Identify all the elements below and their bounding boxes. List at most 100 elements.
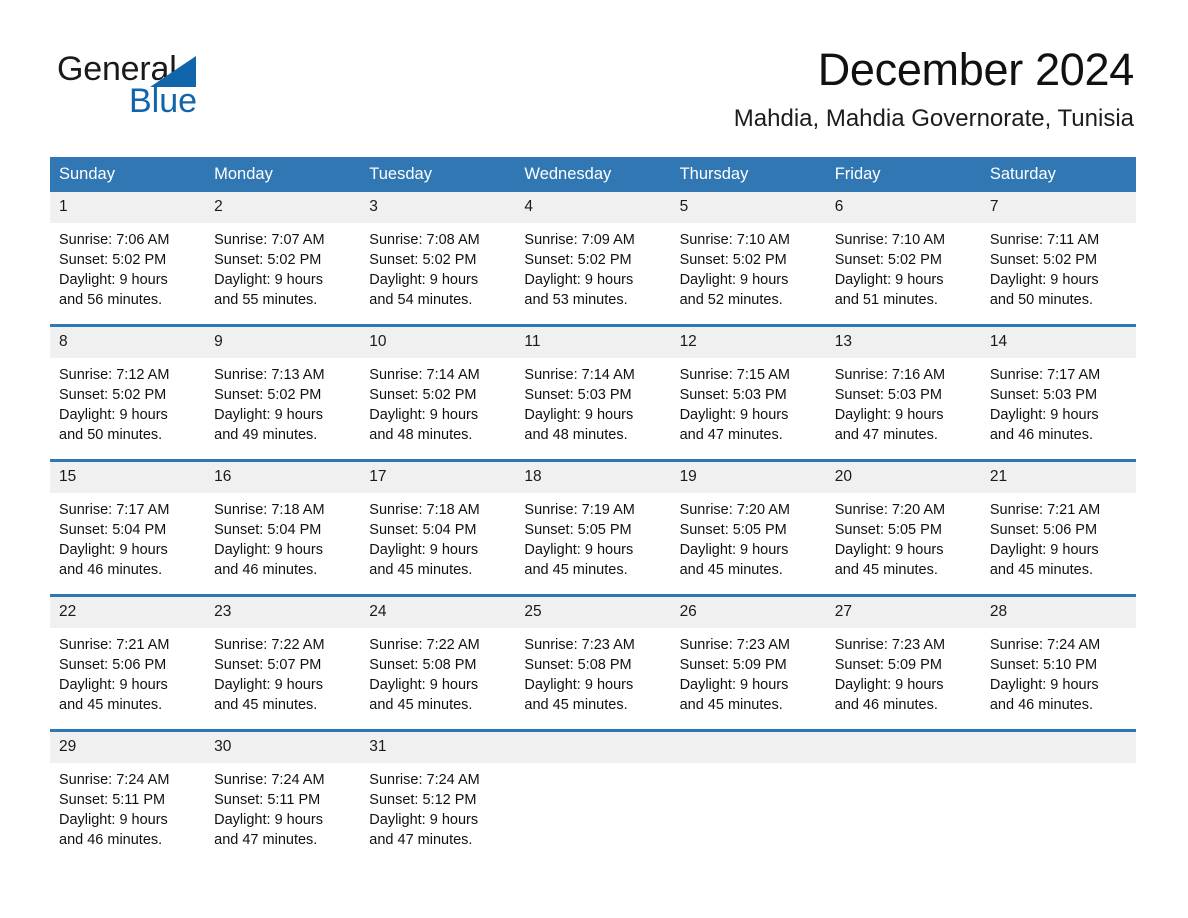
daylight-text-line2: and 45 minutes. bbox=[679, 697, 783, 714]
daylight-text-line2: and 47 minutes. bbox=[834, 427, 938, 444]
sunset-text: Sunset: 5:12 PM bbox=[369, 792, 477, 809]
calendar-day-cell[interactable]: 23 Sunrise: 7:22 AM Sunset: 5:07 PM Dayligh… bbox=[205, 594, 361, 731]
calendar-day-cell[interactable]: 10 Sunrise: 7:14 AM Sunset: 5:02 PM Dayligh… bbox=[360, 324, 516, 461]
calendar-day-cell[interactable]: 24 Sunrise: 7:22 AM Sunset: 5:08 PM Dayligh… bbox=[360, 594, 516, 731]
calendar-day-cell[interactable]: 28 Sunrise: 7:24 AM Sunset: 5:10 PM Dayligh… bbox=[980, 594, 1136, 731]
sunrise-text: Sunrise: 7:24 AM bbox=[59, 772, 170, 788]
daylight-text-line2: and 51 minutes. bbox=[834, 292, 938, 309]
daylight-text-line1: Daylight: 9 hours bbox=[524, 272, 634, 289]
sunset-text: Sunset: 5:09 PM bbox=[679, 657, 787, 674]
general-blue-logo: General Blue bbox=[57, 52, 397, 122]
daylight-text-line1: Daylight: 9 hours bbox=[679, 677, 789, 694]
sunrise-text: Sunrise: 7:20 AM bbox=[679, 502, 790, 518]
day-details: Sunrise: 7:21 AM Sunset: 5:06 PM Daylight:… bbox=[50, 628, 205, 715]
sunrise-text: Sunrise: 7:12 AM bbox=[59, 367, 170, 383]
calendar-header-row: Sunday Monday Tuesday Wednesday Thursday… bbox=[50, 157, 1136, 192]
day-number: 7 bbox=[980, 192, 1136, 223]
daylight-text-line1: Daylight: 9 hours bbox=[524, 677, 634, 694]
daylight-text-line2: and 54 minutes. bbox=[369, 292, 473, 309]
sunset-text: Sunset: 5:02 PM bbox=[59, 252, 167, 269]
day-details: Sunrise: 7:07 AM Sunset: 5:02 PM Daylight:… bbox=[205, 223, 360, 310]
daylight-text-line2: and 49 minutes. bbox=[214, 427, 318, 444]
day-details: Sunrise: 7:10 AM Sunset: 5:02 PM Daylight:… bbox=[671, 223, 826, 310]
sunrise-text: Sunrise: 7:19 AM bbox=[524, 502, 635, 518]
calendar-day-cell[interactable]: 2 Sunrise: 7:07 AM Sunset: 5:02 PM Daylight… bbox=[205, 192, 361, 326]
page-header: General Blue December 2024 Mahdia, Mahdi… bbox=[0, 0, 1188, 132]
day-number: 19 bbox=[670, 462, 826, 493]
day-details: Sunrise: 7:22 AM Sunset: 5:07 PM Daylight:… bbox=[205, 628, 360, 715]
calendar-day-cell[interactable]: 12 Sunrise: 7:15 AM Sunset: 5:03 PM Dayligh… bbox=[670, 324, 826, 461]
daylight-text-line1: Daylight: 9 hours bbox=[59, 677, 168, 694]
daylight-text-line2: and 48 minutes. bbox=[524, 427, 628, 444]
daylight-text-line1: Daylight: 9 hours bbox=[834, 272, 944, 289]
calendar-day-cell[interactable]: 7 Sunrise: 7:11 AM Sunset: 5:02 PM Daylight… bbox=[980, 192, 1136, 326]
sunrise-text: Sunrise: 7:13 AM bbox=[214, 367, 325, 383]
day-number: 25 bbox=[515, 597, 671, 628]
calendar-day-cell[interactable]: 31 Sunrise: 7:24 AM Sunset: 5:12 PM Dayligh… bbox=[360, 729, 516, 864]
calendar-day-cell[interactable]: 1 Sunrise: 7:06 AM Sunset: 5:02 PM Daylight… bbox=[50, 192, 206, 326]
daylight-text-line2: and 47 minutes. bbox=[369, 832, 473, 849]
sunrise-text: Sunrise: 7:21 AM bbox=[59, 637, 170, 653]
weekday-header-friday: Friday bbox=[825, 157, 981, 192]
calendar-week-row: 15 Sunrise: 7:17 AM Sunset: 5:04 PM Dayligh… bbox=[50, 459, 1136, 596]
day-details: Sunrise: 7:08 AM Sunset: 5:02 PM Daylight:… bbox=[360, 223, 515, 310]
sunset-text: Sunset: 5:03 PM bbox=[524, 387, 632, 404]
sunrise-sunset-calendar: Sunday Monday Tuesday Wednesday Thursday… bbox=[50, 157, 1136, 864]
day-number: 13 bbox=[825, 327, 981, 358]
day-details: Sunrise: 7:09 AM Sunset: 5:02 PM Daylight:… bbox=[515, 223, 670, 310]
calendar-day-cell[interactable]: 18 Sunrise: 7:19 AM Sunset: 5:05 PM Dayligh… bbox=[515, 459, 671, 596]
calendar-day-cell[interactable]: 6 Sunrise: 7:10 AM Sunset: 5:02 PM Daylight… bbox=[825, 192, 981, 326]
calendar-day-cell[interactable]: 15 Sunrise: 7:17 AM Sunset: 5:04 PM Dayligh… bbox=[50, 459, 206, 596]
daylight-text-line2: and 45 minutes. bbox=[524, 562, 628, 579]
calendar-day-cell[interactable]: 11 Sunrise: 7:14 AM Sunset: 5:03 PM Dayligh… bbox=[515, 324, 671, 461]
day-number: 14 bbox=[980, 327, 1136, 358]
sunset-text: Sunset: 5:02 PM bbox=[369, 252, 477, 269]
sunrise-text: Sunrise: 7:24 AM bbox=[369, 772, 480, 788]
calendar-day-cell[interactable]: 21 Sunrise: 7:21 AM Sunset: 5:06 PM Dayligh… bbox=[980, 459, 1136, 596]
day-number bbox=[980, 732, 1136, 763]
daylight-text-line1: Daylight: 9 hours bbox=[679, 407, 789, 424]
day-number: 18 bbox=[515, 462, 671, 493]
calendar-day-cell[interactable]: 17 Sunrise: 7:18 AM Sunset: 5:04 PM Dayligh… bbox=[360, 459, 516, 596]
sunrise-text: Sunrise: 7:21 AM bbox=[989, 502, 1101, 518]
day-number: 16 bbox=[205, 462, 361, 493]
daylight-text-line1: Daylight: 9 hours bbox=[369, 677, 479, 694]
calendar-day-cell[interactable]: 8 Sunrise: 7:12 AM Sunset: 5:02 PM Daylight… bbox=[50, 324, 206, 461]
calendar-day-cell[interactable]: 4 Sunrise: 7:09 AM Sunset: 5:02 PM Daylight… bbox=[515, 192, 671, 326]
sunrise-text: Sunrise: 7:06 AM bbox=[59, 232, 170, 248]
calendar-day-cell[interactable]: 22 Sunrise: 7:21 AM Sunset: 5:06 PM Dayligh… bbox=[50, 594, 206, 731]
day-number: 20 bbox=[825, 462, 981, 493]
calendar-day-cell[interactable]: 14 Sunrise: 7:17 AM Sunset: 5:03 PM Dayligh… bbox=[980, 324, 1136, 461]
daylight-text-line1: Daylight: 9 hours bbox=[989, 272, 1099, 289]
calendar-day-cell[interactable]: 16 Sunrise: 7:18 AM Sunset: 5:04 PM Dayligh… bbox=[205, 459, 361, 596]
calendar-day-cell[interactable]: 5 Sunrise: 7:10 AM Sunset: 5:02 PM Daylight… bbox=[670, 192, 826, 326]
calendar-day-cell[interactable]: 13 Sunrise: 7:16 AM Sunset: 5:03 PM Dayligh… bbox=[825, 324, 981, 461]
day-number: 29 bbox=[50, 732, 206, 763]
daylight-text-line1: Daylight: 9 hours bbox=[679, 542, 789, 559]
sunrise-text: Sunrise: 7:17 AM bbox=[59, 502, 170, 518]
calendar-day-cell[interactable]: 3 Sunrise: 7:08 AM Sunset: 5:02 PM Daylight… bbox=[360, 192, 516, 326]
daylight-text-line1: Daylight: 9 hours bbox=[214, 812, 323, 829]
calendar-day-cell[interactable]: 29 Sunrise: 7:24 AM Sunset: 5:11 PM Dayligh… bbox=[50, 729, 206, 864]
sunset-text: Sunset: 5:04 PM bbox=[59, 522, 167, 539]
sunset-text: Sunset: 5:08 PM bbox=[369, 657, 477, 674]
calendar-day-cell[interactable]: 20 Sunrise: 7:20 AM Sunset: 5:05 PM Dayligh… bbox=[825, 459, 981, 596]
calendar-day-cell[interactable]: 25 Sunrise: 7:23 AM Sunset: 5:08 PM Dayligh… bbox=[515, 594, 671, 731]
day-number: 21 bbox=[980, 462, 1136, 493]
sunset-text: Sunset: 5:06 PM bbox=[59, 657, 167, 674]
daylight-text-line2: and 47 minutes. bbox=[679, 427, 783, 444]
calendar-day-cell[interactable]: 26 Sunrise: 7:23 AM Sunset: 5:09 PM Dayligh… bbox=[670, 594, 826, 731]
calendar-day-cell[interactable]: 27 Sunrise: 7:23 AM Sunset: 5:09 PM Dayligh… bbox=[825, 594, 981, 731]
sunrise-text: Sunrise: 7:20 AM bbox=[834, 502, 946, 518]
day-details: Sunrise: 7:20 AM Sunset: 5:05 PM Daylight:… bbox=[671, 493, 826, 580]
calendar-day-cell[interactable]: 19 Sunrise: 7:20 AM Sunset: 5:05 PM Dayligh… bbox=[670, 459, 826, 596]
calendar-day-cell[interactable]: 9 Sunrise: 7:13 AM Sunset: 5:02 PM Daylight… bbox=[205, 324, 361, 461]
sunset-text: Sunset: 5:05 PM bbox=[679, 522, 787, 539]
day-details: Sunrise: 7:23 AM Sunset: 5:09 PM Daylight:… bbox=[826, 628, 981, 715]
calendar-day-cell[interactable]: 30 Sunrise: 7:24 AM Sunset: 5:11 PM Dayligh… bbox=[205, 729, 361, 864]
daylight-text-line2: and 47 minutes. bbox=[214, 832, 318, 849]
daylight-text-line1: Daylight: 9 hours bbox=[59, 272, 168, 289]
daylight-text-line2: and 45 minutes. bbox=[59, 697, 163, 714]
sunset-text: Sunset: 5:02 PM bbox=[679, 252, 787, 269]
daylight-text-line1: Daylight: 9 hours bbox=[214, 407, 323, 424]
